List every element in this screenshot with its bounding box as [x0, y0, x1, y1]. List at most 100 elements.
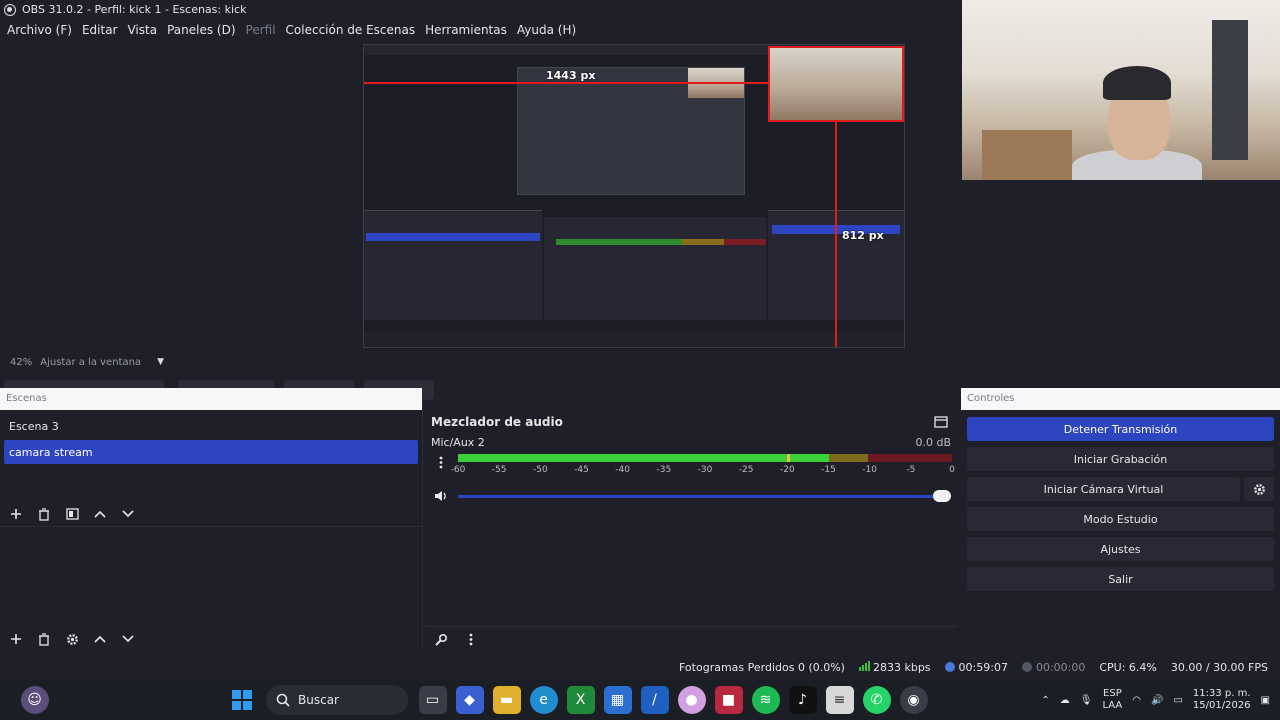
fps: 30.00 / 30.00 FPS: [1170, 660, 1268, 674]
task-view-icon[interactable]: ▭: [418, 686, 447, 714]
menu-herramientas[interactable]: Herramientas: [420, 23, 512, 37]
meter-scale-tick: -30: [697, 465, 713, 475]
cloud-icon[interactable]: ☁: [1060, 695, 1070, 706]
height-guide-label: 812 px: [842, 229, 884, 242]
editor-icon[interactable]: /: [640, 686, 669, 714]
meter-level: [458, 454, 829, 462]
studio-mode-button[interactable]: Modo Estudio: [967, 507, 1274, 531]
xbox-icon[interactable]: X: [566, 686, 595, 714]
obs-taskbar-icon[interactable]: ◉: [899, 686, 928, 714]
copilot-avatar-icon[interactable]: ☺: [20, 686, 49, 714]
app-circle-icon[interactable]: ●: [677, 686, 706, 714]
spotify-icon[interactable]: ≋: [751, 686, 780, 714]
meter-scale-tick: -20: [779, 465, 795, 475]
clock-time: 11:33 p. m.: [1192, 688, 1251, 699]
menu-editar[interactable]: Editar: [77, 23, 123, 37]
notepad-icon[interactable]: ≡: [825, 686, 854, 714]
window-title: OBS 31.0.2 - Perfil: kick 1 - Escenas: k…: [22, 3, 247, 16]
menu-vista[interactable]: Vista: [122, 23, 162, 37]
speaker-icon[interactable]: [431, 486, 451, 506]
notification-icon[interactable]: ▣: [1261, 695, 1270, 706]
microphone-icon[interactable]: 🎙: [1080, 695, 1093, 706]
move-up-icon[interactable]: [90, 504, 110, 524]
menu-bar: Archivo (F) Editar Vista Paneles (D) Per…: [0, 19, 962, 40]
chevron-down-icon[interactable]: ▼: [157, 357, 164, 367]
meter-scale-tick: -60: [450, 465, 466, 475]
meter-scale-tick: -45: [574, 465, 589, 475]
volume-slider-row: [425, 486, 957, 506]
audio-mixer-dock: Mezclador de audio Mic/Aux 2 0.0 dB -60 -…: [425, 410, 957, 652]
meter-scale-tick: -55: [491, 465, 507, 475]
advanced-audio-icon[interactable]: [431, 630, 451, 650]
add-source-icon[interactable]: [6, 629, 26, 649]
store-icon[interactable]: ▦: [603, 686, 632, 714]
signal-icon: [858, 660, 870, 671]
captured-preview: [517, 67, 745, 195]
volume-slider[interactable]: [458, 495, 944, 498]
meter-scale: -60 -55 -50 -45 -40 -35 -30 -25 -20 -15 -10 -5 0: [451, 465, 955, 477]
meter-scale-tick: -10: [862, 465, 878, 475]
tiktok-icon[interactable]: ♪: [788, 686, 817, 714]
controls-dock: Controles Detener Transmisión Iniciar Gr…: [961, 388, 1280, 620]
edge-icon[interactable]: e: [529, 686, 558, 714]
taskbar-search[interactable]: Buscar: [266, 685, 408, 715]
game-app-icon[interactable]: ■: [714, 686, 743, 714]
wifi-icon[interactable]: ◠: [1132, 695, 1141, 706]
move-down-icon[interactable]: [118, 504, 138, 524]
sources-toolbar: [0, 625, 138, 653]
controls-buttons: Detener Transmisión Iniciar Grabación In…: [961, 410, 1280, 591]
language-indicator[interactable]: ESP LAA: [1103, 688, 1123, 712]
trash-icon[interactable]: [34, 504, 54, 524]
source-selection-box[interactable]: [768, 46, 904, 122]
lang-primary: ESP: [1103, 688, 1122, 699]
filter-icon[interactable]: [62, 504, 82, 524]
captured-mixer: [544, 217, 766, 320]
file-explorer-icon[interactable]: ▬: [492, 686, 521, 714]
gear-icon[interactable]: [62, 629, 82, 649]
menu-paneles[interactable]: Paneles (D): [162, 23, 240, 37]
lang-secondary: LAA: [1102, 700, 1123, 711]
search-label: Buscar: [298, 693, 339, 707]
undock-icon[interactable]: [931, 412, 951, 432]
preview-area[interactable]: 1443 px 812 px: [0, 40, 962, 352]
scene-item-escena-3[interactable]: Escena 3: [0, 414, 422, 438]
menu-ayuda[interactable]: Ayuda (H): [512, 23, 581, 37]
record-time: 00:00:00: [1035, 660, 1086, 674]
exit-button[interactable]: Salir: [967, 567, 1274, 591]
status-bar: Fotogramas Perdidos 0 (0.0%) 2833 kbps 0…: [0, 656, 1280, 678]
settings-button[interactable]: Ajustes: [967, 537, 1274, 561]
trash-icon[interactable]: [34, 629, 54, 649]
scene-item-camara-stream[interactable]: camara stream: [4, 440, 418, 464]
zoom-mode[interactable]: Ajustar a la ventana: [40, 357, 141, 368]
meter-peak: [786, 454, 790, 462]
volume-slider-handle[interactable]: [933, 490, 951, 502]
chevron-up-icon[interactable]: ⌃: [1041, 695, 1049, 706]
whatsapp-icon[interactable]: ✆: [862, 686, 891, 714]
meter-scale-tick: 0: [949, 465, 955, 475]
stop-stream-button[interactable]: Detener Transmisión: [967, 417, 1274, 441]
start-virtual-cam-button[interactable]: Iniciar Cámara Virtual: [967, 477, 1240, 501]
start-recording-button[interactable]: Iniciar Grabación: [967, 447, 1274, 471]
zoom-bar: 42% Ajustar a la ventana ▼: [0, 352, 962, 372]
mixer-toolbar: [425, 626, 957, 652]
clock-date: 15/01/2026: [1192, 700, 1251, 711]
captured-taskbar: [364, 331, 904, 347]
copilot-icon[interactable]: ◆: [455, 686, 484, 714]
menu-coleccion-escenas[interactable]: Colección de Escenas: [281, 23, 421, 37]
move-down-icon[interactable]: [118, 629, 138, 649]
add-scene-icon[interactable]: [6, 504, 26, 524]
battery-icon[interactable]: ▭: [1173, 695, 1182, 706]
clock[interactable]: 11:33 p. m. 15/01/2026: [1193, 688, 1251, 712]
meter-scale-tick: -5: [906, 465, 916, 475]
menu-perfil[interactable]: Perfil: [241, 23, 281, 37]
preview-canvas[interactable]: 1443 px 812 px: [363, 44, 905, 348]
move-up-icon[interactable]: [90, 629, 110, 649]
mixer-menu-icon[interactable]: [461, 630, 481, 650]
track-menu-icon[interactable]: [431, 452, 451, 472]
volume-icon[interactable]: 🔊: [1151, 695, 1163, 706]
menu-archivo[interactable]: Archivo (F): [2, 23, 77, 37]
mixer-track: Mic/Aux 2 0.0 dB -60 -55 -50 -45 -40 -35 -30 -2…: [425, 434, 957, 624]
windows-start-icon[interactable]: [228, 686, 256, 714]
captured-selected-scene: [366, 233, 540, 241]
gear-icon[interactable]: [1244, 477, 1274, 501]
